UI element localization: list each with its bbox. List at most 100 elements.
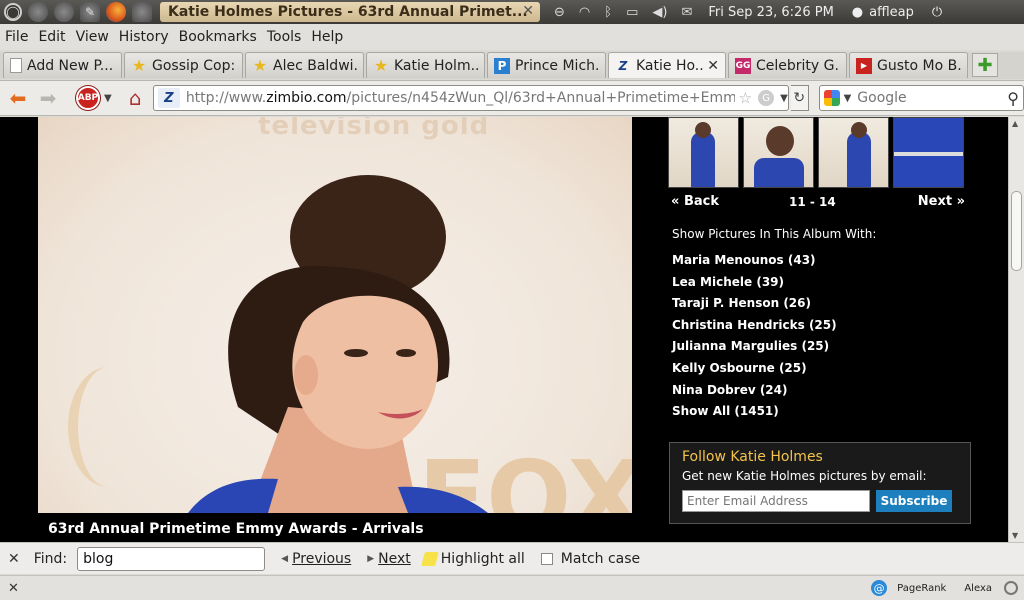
- url-path: /pictures/n454zWun_Ql/63rd+Annual+Primet…: [346, 90, 735, 106]
- navigation-bar: ⬅ ➡ ABP ▼ ⌂ Z http://www.zimbio.com/pict…: [0, 80, 1024, 116]
- resize-grip-icon[interactable]: [1004, 581, 1018, 595]
- thumbnail-figure: [754, 158, 804, 187]
- subscribe-button[interactable]: Subscribe: [876, 490, 952, 512]
- google-icon[interactable]: [823, 90, 840, 106]
- tab-gossip-cop[interactable]: ★ Gossip Cop:...: [124, 52, 243, 78]
- url-text[interactable]: http://www.zimbio.com/pictures/n454zWun_…: [186, 90, 735, 106]
- find-input[interactable]: [77, 546, 266, 571]
- wifi-icon[interactable]: ◠: [579, 5, 590, 20]
- home-button[interactable]: ⌂: [126, 84, 145, 112]
- filter-link[interactable]: Lea Michele (39): [672, 272, 988, 294]
- checkbox-box[interactable]: [540, 552, 553, 565]
- firefox-launcher-icon[interactable]: [106, 2, 126, 22]
- highlight-all-button[interactable]: Highlight all: [420, 550, 525, 567]
- at-sign-icon[interactable]: @: [871, 580, 888, 596]
- minus-indicator-icon[interactable]: ⊖: [554, 5, 565, 20]
- menu-edit[interactable]: Edit: [38, 29, 65, 45]
- back-button[interactable]: ⬅: [6, 84, 30, 112]
- page-icon: [10, 58, 22, 73]
- power-icon[interactable]: ⏻: [932, 5, 942, 20]
- menu-bookmarks[interactable]: Bookmarks: [179, 29, 257, 45]
- album-sidebar: « Back 11 - 14 Next » Show Pictures In T…: [668, 117, 988, 542]
- find-previous-button[interactable]: ◀ Previous: [281, 551, 351, 567]
- adblock-dropdown-icon[interactable]: ▼: [104, 93, 112, 104]
- bookmark-star-icon[interactable]: ☆: [739, 89, 752, 107]
- follow-box: Follow Katie Holmes Get new Katie Holmes…: [669, 442, 971, 524]
- show-all-link[interactable]: Show All (1451): [672, 401, 988, 423]
- scroll-thumb[interactable]: [1011, 191, 1022, 271]
- reload-button[interactable]: ↻: [790, 85, 809, 111]
- thumbnail-4[interactable]: [893, 117, 964, 188]
- ubuntu-menu-icon[interactable]: ◯: [4, 3, 22, 21]
- volume-icon[interactable]: ◀): [652, 5, 667, 20]
- window-title[interactable]: Katie Holmes Pictures - 63rd Annual Prim…: [160, 2, 540, 22]
- mail-icon[interactable]: ✉: [681, 5, 692, 20]
- chat-launcher-icon[interactable]: [132, 2, 152, 22]
- star-icon: ★: [252, 56, 268, 75]
- url-dropdown-icon[interactable]: ▼: [780, 93, 788, 104]
- search-bar[interactable]: ▼ ⚲: [818, 85, 1024, 111]
- new-tab-button[interactable]: ✚: [972, 53, 998, 77]
- filter-link[interactable]: Maria Menounos (43): [672, 250, 988, 272]
- dress-left: [188, 478, 278, 513]
- adblock-button[interactable]: ABP: [75, 86, 100, 110]
- tab-katie-holmes-1[interactable]: ★ Katie Holm...: [366, 52, 485, 78]
- user-menu[interactable]: ● affleap: [852, 5, 914, 20]
- tab-celebrity-gossip[interactable]: GG Celebrity G...: [728, 52, 847, 78]
- menu-view[interactable]: View: [76, 29, 109, 45]
- forward-button[interactable]: ➡: [36, 84, 60, 112]
- tab-katie-holmes-active[interactable]: Z Katie Ho... ✕: [608, 52, 726, 78]
- url-bar[interactable]: Z http://www.zimbio.com/pictures/n454zWu…: [152, 85, 789, 111]
- thumbnail-1[interactable]: [668, 117, 739, 188]
- arrow-right-icon: ➡: [39, 86, 57, 110]
- close-window-icon[interactable]: ✕: [522, 3, 534, 19]
- update-icon[interactable]: [54, 2, 74, 22]
- clock[interactable]: Fri Sep 23, 6:26 PM: [708, 5, 833, 20]
- close-tab-icon[interactable]: ✕: [703, 58, 719, 74]
- main-photo[interactable]: television gold FOX: [38, 117, 632, 513]
- pagerank-label[interactable]: PageRank: [897, 583, 946, 594]
- bluetooth-icon[interactable]: ᛒ: [604, 5, 612, 20]
- status-bar: ✕ @ PageRank Alexa: [0, 575, 1024, 600]
- back-link[interactable]: « Back: [671, 194, 719, 209]
- vertical-scrollbar[interactable]: ▲ ▼: [1008, 117, 1024, 542]
- site-identity-icon[interactable]: G: [758, 90, 775, 106]
- filter-link[interactable]: Julianna Margulies (25): [672, 336, 988, 358]
- menu-tools[interactable]: Tools: [267, 29, 302, 45]
- match-case-checkbox[interactable]: Match case: [540, 551, 640, 567]
- alexa-label[interactable]: Alexa: [964, 583, 992, 594]
- thumbnail-2[interactable]: [743, 117, 814, 188]
- close-find-bar-icon[interactable]: ✕: [8, 551, 20, 567]
- scroll-up-icon[interactable]: ▲: [1012, 119, 1018, 128]
- filter-link[interactable]: Christina Hendricks (25): [672, 315, 988, 337]
- menu-file[interactable]: File: [5, 29, 28, 45]
- menu-history[interactable]: History: [119, 29, 169, 45]
- app-launcher-icon[interactable]: [28, 2, 48, 22]
- portrait-figure: [188, 175, 488, 513]
- email-field[interactable]: [682, 490, 870, 512]
- find-next-button[interactable]: ▶ Next: [367, 551, 411, 567]
- editor-launcher-icon[interactable]: ✎: [80, 2, 100, 22]
- thumbnail-figure: [847, 132, 871, 187]
- next-link[interactable]: Next »: [918, 194, 965, 209]
- tab-label: Katie Holm...: [394, 57, 478, 74]
- tab-add-new-post[interactable]: Add New P...: [3, 52, 122, 78]
- highlight-all-label: Highlight all: [440, 550, 525, 567]
- tab-gusto-mo[interactable]: ▶ Gusto Mo B...: [849, 52, 968, 78]
- close-addon-bar-icon[interactable]: ✕: [8, 581, 19, 596]
- filter-link[interactable]: Nina Dobrev (24): [672, 380, 988, 402]
- search-icon[interactable]: ⚲: [1007, 89, 1019, 108]
- scroll-down-icon[interactable]: ▼: [1012, 531, 1018, 540]
- tab-prince-michael[interactable]: P Prince Mich...: [487, 52, 606, 78]
- zimbio-site-icon: Z: [157, 88, 180, 108]
- user-icon: ●: [851, 4, 864, 20]
- search-engine-dropdown-icon[interactable]: ▼: [844, 93, 852, 104]
- menu-help[interactable]: Help: [311, 29, 343, 45]
- search-input[interactable]: [857, 90, 1008, 106]
- double-chevron-right-icon: »: [956, 194, 965, 209]
- battery-icon[interactable]: ▭: [626, 5, 638, 20]
- filter-link[interactable]: Kelly Osbourne (25): [672, 358, 988, 380]
- tab-alec-baldwin[interactable]: ★ Alec Baldwi...: [245, 52, 364, 78]
- filter-link[interactable]: Taraji P. Henson (26): [672, 293, 988, 315]
- thumbnail-3[interactable]: [818, 117, 889, 188]
